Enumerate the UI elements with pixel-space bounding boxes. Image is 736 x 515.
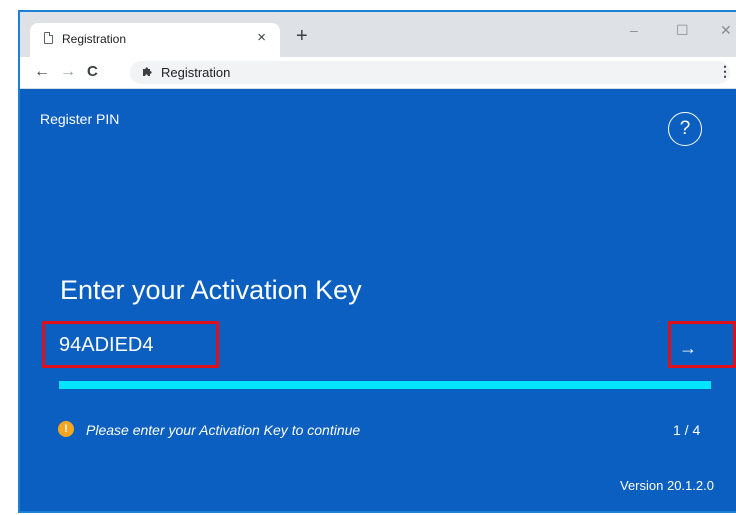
back-button[interactable]: ← — [34, 62, 50, 82]
minimize-button[interactable]: – — [630, 22, 638, 38]
address-text: Registration — [161, 65, 231, 80]
warning-icon: ! — [58, 421, 74, 437]
reload-button[interactable]: C — [87, 62, 98, 82]
version-label: Version 20.1.2.0 — [620, 478, 714, 493]
document-icon — [44, 32, 53, 44]
browser-tab[interactable]: Registration × — [30, 23, 280, 57]
progress-bar — [59, 381, 711, 389]
tab-strip: Registration × + – ☐ ✕ — [20, 12, 736, 57]
help-icon[interactable]: ? — [668, 112, 702, 146]
registration-panel: Register PIN ? Enter your Activation Key… — [20, 89, 736, 511]
forward-button[interactable]: → — [60, 62, 76, 82]
browser-menu-icon[interactable]: ⋮ — [718, 63, 732, 80]
app-title: Register PIN — [40, 111, 120, 127]
status-message: Please enter your Activation Key to cont… — [86, 422, 361, 438]
new-tab-button[interactable]: + — [296, 26, 308, 46]
input-highlight-box — [42, 321, 219, 368]
browser-window: Registration × + – ☐ ✕ ← → C Registratio… — [18, 10, 736, 513]
progress-fill — [59, 381, 711, 389]
window-close-button[interactable]: ✕ — [720, 22, 732, 39]
page-heading: Enter your Activation Key — [60, 275, 362, 305]
address-bar[interactable]: Registration — [130, 61, 730, 84]
tab-close-icon[interactable]: × — [257, 29, 266, 46]
step-counter: 1 / 4 — [673, 422, 701, 438]
next-highlight-box — [668, 321, 736, 368]
extension-puzzle-icon — [142, 65, 154, 80]
maximize-button[interactable]: ☐ — [676, 22, 689, 39]
browser-toolbar: ← → C Registration ⋮ — [20, 57, 736, 89]
tab-title: Registration — [62, 32, 127, 46]
